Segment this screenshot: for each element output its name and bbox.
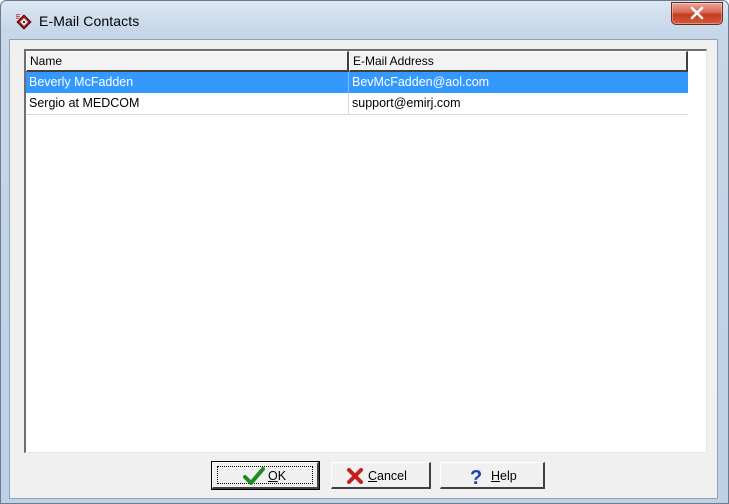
ok-button[interactable]: OK	[211, 461, 320, 490]
contact-name: Beverly McFadden	[26, 72, 349, 93]
contacts-list[interactable]: Name E-Mail Address Beverly McFadden Bev…	[24, 49, 707, 453]
contact-row[interactable]: Sergio at MEDCOM support@emirj.com	[26, 93, 688, 115]
column-header-name[interactable]: Name	[26, 51, 349, 72]
checkmark-icon	[243, 467, 265, 488]
red-x-icon	[346, 467, 364, 488]
contact-name: Sergio at MEDCOM	[26, 93, 349, 114]
email-contacts-dialog: E E-Mail Contacts Name E-Mail Address Be…	[0, 0, 729, 504]
contact-email: BevMcFadden@aol.com	[352, 75, 490, 89]
dialog-client-area: Name E-Mail Address Beverly McFadden Bev…	[9, 39, 718, 499]
cancel-label: Cancel	[368, 469, 407, 483]
column-header-email[interactable]: E-Mail Address	[349, 51, 688, 72]
title-bar[interactable]: E E-Mail Contacts	[1, 1, 728, 39]
question-mark-icon: ?	[469, 466, 485, 489]
help-button[interactable]: ? Help	[440, 462, 545, 489]
ok-label: OK	[268, 469, 287, 483]
close-button[interactable]	[671, 2, 723, 25]
email-contacts-app-icon: E	[15, 12, 33, 30]
svg-text:?: ?	[470, 467, 482, 486]
focus-rectangle	[217, 466, 313, 484]
contact-email: support@emirj.com	[352, 96, 461, 110]
contact-row[interactable]: Beverly McFadden BevMcFadden@aol.com	[26, 72, 688, 93]
window-title: E-Mail Contacts	[39, 13, 140, 29]
cancel-button[interactable]: Cancel	[331, 462, 431, 489]
help-label: Help	[491, 469, 517, 483]
